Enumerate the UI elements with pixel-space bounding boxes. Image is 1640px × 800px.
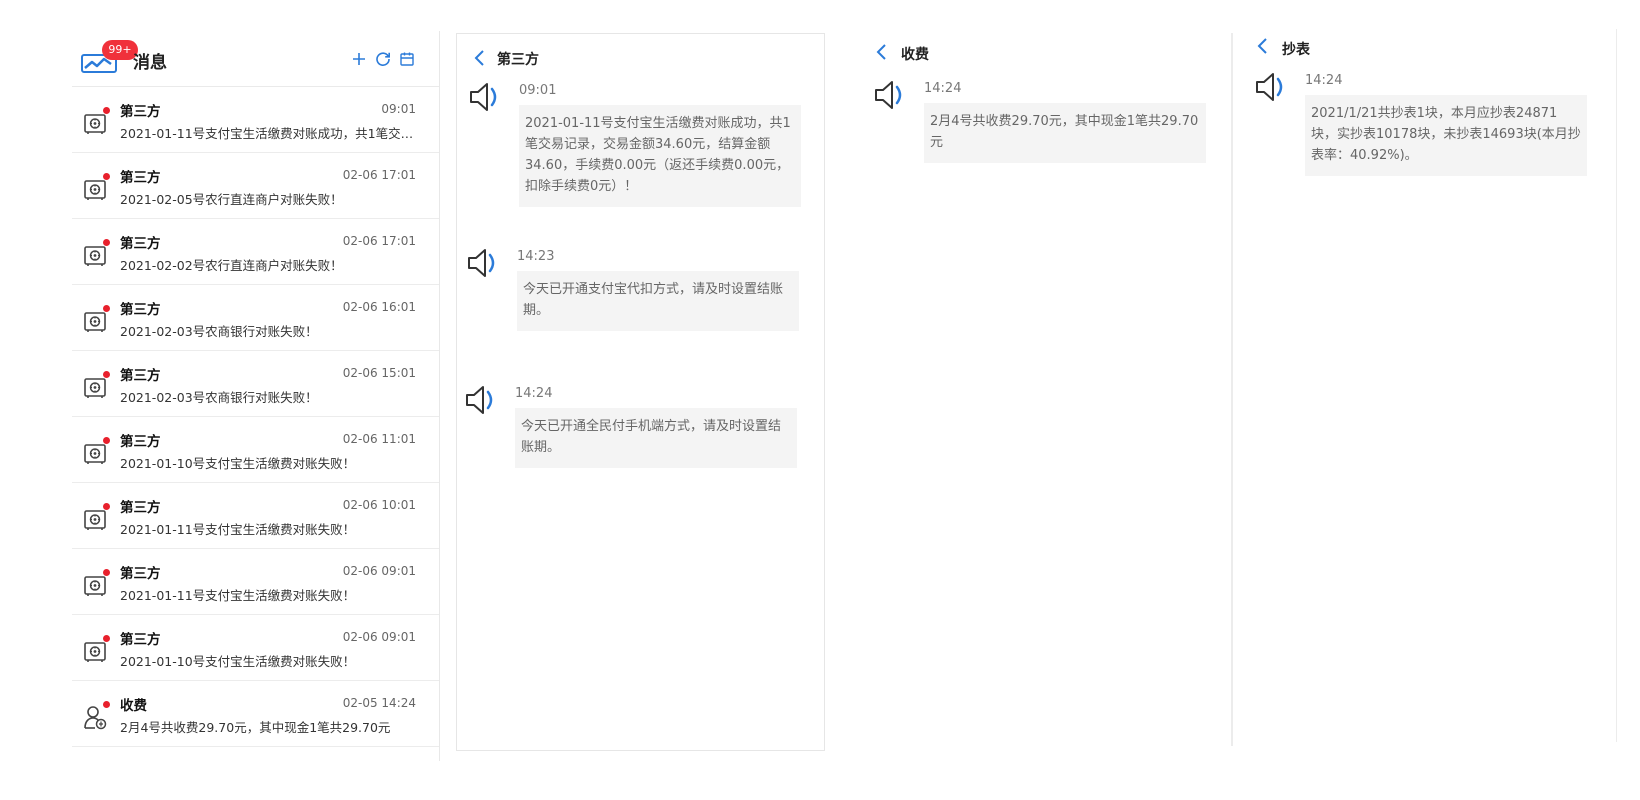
back-chevron-icon[interactable] bbox=[471, 48, 489, 68]
speaker-icon bbox=[466, 386, 493, 414]
safe-icon bbox=[84, 576, 106, 596]
message-preview: 2021-02-03号农商银行对账失败！ bbox=[120, 390, 318, 405]
message-item[interactable]: 第三方 02-06 15:01 2021-02-03号农商银行对账失败！ bbox=[72, 351, 439, 417]
calendar-icon[interactable] bbox=[398, 50, 416, 68]
message-item[interactable]: 第三方 02-06 09:01 2021-01-11号支付宝生活缴费对账失败！ bbox=[72, 549, 439, 615]
message-time: 02-06 17:01 bbox=[342, 234, 416, 248]
page-title: 消息 bbox=[133, 53, 167, 73]
chat-bubble-text: 今天已开通支付宝代扣方式，请及时设置结账期。 bbox=[517, 271, 799, 331]
speaker-icon bbox=[875, 81, 902, 109]
message-preview: 2021-01-11号支付宝生活缴费对账失败！ bbox=[120, 522, 356, 537]
message-time: 09:01 bbox=[381, 102, 416, 116]
chat-bubble-text: 2月4号共收费29.70元，其中现金1笔共29.70元 bbox=[924, 103, 1206, 163]
unread-dot bbox=[103, 635, 110, 642]
message-items: 第三方 09:01 2021-01-11号支付宝生活缴费对账成功，共1笔交易记录，交… bbox=[72, 87, 439, 747]
chat-panel-meter-reading: 抄表 14:24 2021/1/21共抄表1块，本月应抄表24871块，实抄表10… bbox=[1237, 29, 1617, 742]
message-preview: 2021-01-11号支付宝生活缴费对账成功，共1笔交易记录，交易金额34.60… bbox=[120, 126, 420, 141]
message-item[interactable]: 第三方 02-06 16:01 2021-02-03号农商银行对账失败！ bbox=[72, 285, 439, 351]
message-preview: 2021-01-10号支付宝生活缴费对账失败！ bbox=[120, 654, 356, 669]
message-preview: 2021-01-10号支付宝生活缴费对账失败！ bbox=[120, 456, 356, 471]
safe-icon bbox=[84, 180, 106, 200]
message-time: 02-06 17:01 bbox=[342, 168, 416, 182]
message-preview: 2021-02-03号农商银行对账失败！ bbox=[120, 324, 318, 339]
message-preview: 2021-02-05号农行直连商户对账失败！ bbox=[120, 192, 343, 207]
chat-time: 14:24 bbox=[1305, 73, 1343, 88]
message-time: 02-06 10:01 bbox=[342, 498, 416, 512]
message-item[interactable]: 第三方 02-06 17:01 2021-02-02号农行直连商户对账失败！ bbox=[72, 219, 439, 285]
safe-icon bbox=[84, 312, 106, 332]
chat-time: 14:23 bbox=[517, 249, 555, 264]
unread-dot bbox=[103, 107, 110, 114]
message-preview: 2月4号共收费29.70元，其中现金1笔共29.70元 bbox=[120, 720, 391, 735]
chat-bubble-text: 2021-01-11号支付宝生活缴费对账成功，共1笔交易记录，交易金额34.60… bbox=[519, 105, 801, 207]
speaker-icon bbox=[470, 83, 497, 111]
message-item[interactable]: 第三方 02-06 17:01 2021-02-05号农行直连商户对账失败！ bbox=[72, 153, 439, 219]
safe-icon bbox=[84, 510, 106, 530]
message-list-panel: 99+ 消息 第三方 09:01 2021-01-11号支付宝生活缴费对账成功，共1… bbox=[72, 31, 440, 761]
message-title: 第三方 bbox=[120, 368, 161, 384]
message-title: 第三方 bbox=[120, 500, 161, 516]
user-coin-icon bbox=[84, 706, 107, 730]
message-time: 02-06 09:01 bbox=[342, 630, 416, 644]
refresh-icon[interactable] bbox=[374, 50, 392, 68]
chat-time: 14:24 bbox=[515, 386, 553, 401]
message-time: 02-06 16:01 bbox=[342, 300, 416, 314]
unread-dot bbox=[103, 305, 110, 312]
unread-dot bbox=[103, 701, 110, 708]
chat-panel-third-party: 第三方 09:01 2021-01-11号支付宝生活缴费对账成功，共1笔交易记录，… bbox=[456, 33, 825, 751]
chat-panel-charges: 收费 14:24 2月4号共收费29.70元，其中现金1笔共29.70元 bbox=[857, 33, 1233, 746]
message-item[interactable]: 第三方 02-06 09:01 2021-01-10号支付宝生活缴费对账失败！ bbox=[72, 615, 439, 681]
unread-dot bbox=[103, 503, 110, 510]
message-item[interactable]: 第三方 09:01 2021-01-11号支付宝生活缴费对账成功，共1笔交易记录，交… bbox=[72, 87, 439, 153]
safe-icon bbox=[84, 378, 106, 398]
chat-time: 14:24 bbox=[924, 81, 962, 96]
unread-dot bbox=[103, 173, 110, 180]
chat-title: 第三方 bbox=[497, 52, 539, 68]
back-chevron-icon[interactable] bbox=[1254, 36, 1272, 56]
safe-icon bbox=[84, 246, 106, 266]
speaker-icon bbox=[1256, 73, 1283, 101]
safe-icon bbox=[84, 114, 106, 134]
message-title: 第三方 bbox=[120, 566, 161, 582]
chat-title: 抄表 bbox=[1282, 42, 1310, 58]
message-list-header: 99+ 消息 bbox=[72, 31, 439, 87]
chat-time: 09:01 bbox=[519, 83, 557, 98]
message-title: 第三方 bbox=[120, 434, 161, 450]
safe-icon bbox=[84, 444, 106, 464]
message-item[interactable]: 第三方 02-06 10:01 2021-01-11号支付宝生活缴费对账失败！ bbox=[72, 483, 439, 549]
message-title: 收费 bbox=[120, 698, 147, 714]
message-title: 第三方 bbox=[120, 236, 161, 252]
message-preview: 2021-02-02号农行直连商户对账失败！ bbox=[120, 258, 343, 273]
message-title: 第三方 bbox=[120, 170, 161, 186]
message-time: 02-06 15:01 bbox=[342, 366, 416, 380]
message-preview: 2021-01-11号支付宝生活缴费对账失败！ bbox=[120, 588, 356, 603]
chat-bubble-text: 今天已开通全民付手机端方式，请及时设置结账期。 bbox=[515, 408, 797, 468]
message-title: 第三方 bbox=[120, 632, 161, 648]
unread-dot bbox=[103, 569, 110, 576]
message-time: 02-06 11:01 bbox=[342, 432, 416, 446]
message-time: 02-06 09:01 bbox=[342, 564, 416, 578]
chat-bubble-text: 2021/1/21共抄表1块，本月应抄表24871块，实抄表10178块，未抄表… bbox=[1305, 95, 1587, 176]
plus-icon[interactable] bbox=[350, 50, 368, 68]
message-time: 02-05 14:24 bbox=[342, 696, 416, 710]
safe-icon bbox=[84, 642, 106, 662]
unread-dot bbox=[103, 371, 110, 378]
message-title: 第三方 bbox=[120, 104, 161, 120]
unread-dot bbox=[103, 437, 110, 444]
speaker-icon bbox=[468, 249, 495, 277]
message-item[interactable]: 收费 02-05 14:24 2月4号共收费29.70元，其中现金1笔共29.70元 bbox=[72, 681, 439, 747]
chat-title: 收费 bbox=[901, 47, 929, 63]
unread-dot bbox=[103, 239, 110, 246]
back-chevron-icon[interactable] bbox=[873, 42, 891, 62]
message-title: 第三方 bbox=[120, 302, 161, 318]
message-item[interactable]: 第三方 02-06 11:01 2021-01-10号支付宝生活缴费对账失败！ bbox=[72, 417, 439, 483]
